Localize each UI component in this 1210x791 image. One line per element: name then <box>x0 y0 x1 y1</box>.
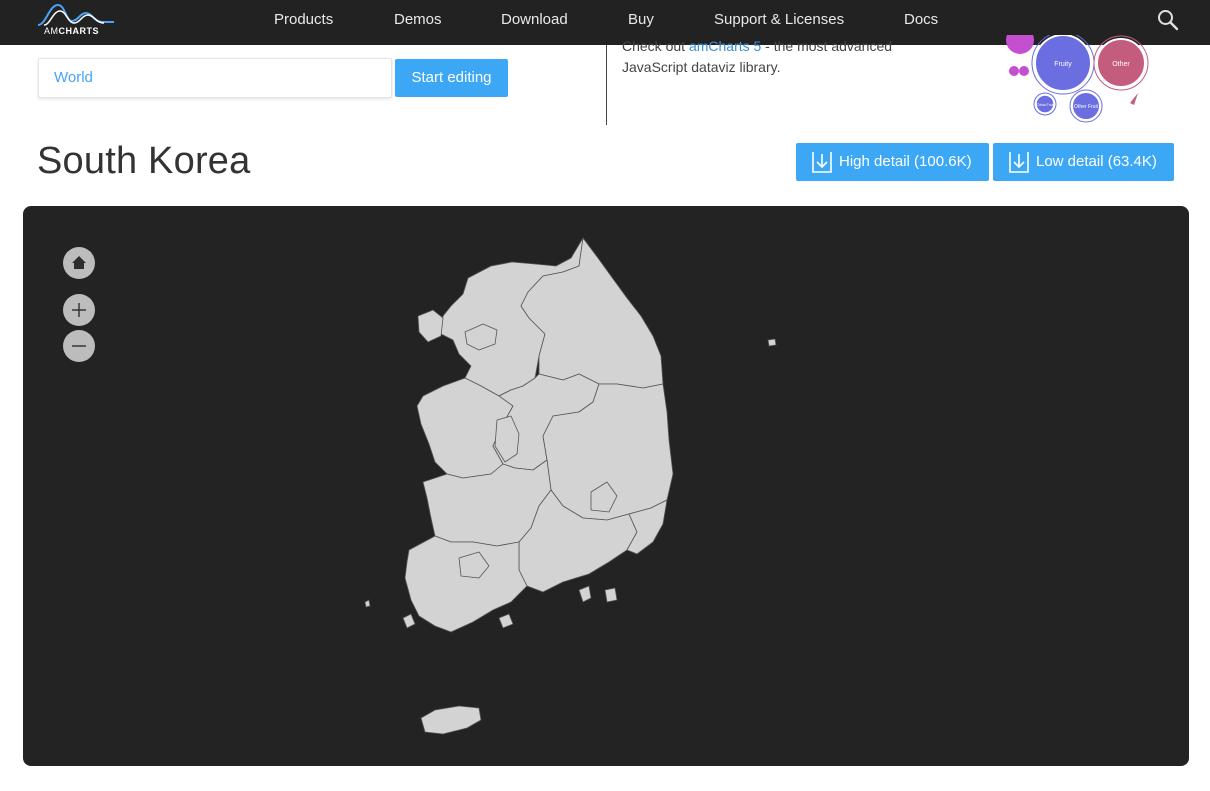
island-sw-1 <box>402 613 416 629</box>
region-jeju <box>420 705 482 735</box>
search-icon[interactable] <box>1156 8 1180 32</box>
zoom-in-button[interactable] <box>63 294 95 326</box>
nav-buy[interactable]: Buy <box>628 0 654 41</box>
island-s-2 <box>578 585 592 603</box>
logo-text: AMCHARTS <box>44 26 99 36</box>
high-detail-label: High detail (100.6K) <box>839 153 972 170</box>
map-search-value: World <box>54 69 93 86</box>
bubble-label-citrus-fruit: Citrus Fruit <box>1036 103 1053 107</box>
map-search-input[interactable]: World <box>38 58 392 98</box>
download-icon <box>1009 152 1029 173</box>
nav-support-licenses[interactable]: Support & Licenses <box>714 0 844 41</box>
promo-text: Check out amCharts 5 - the most advanced… <box>622 38 893 75</box>
zoom-in-icon <box>72 303 86 317</box>
low-detail-label: Low detail (63.4K) <box>1036 153 1157 170</box>
start-editing-button[interactable]: Start editing <box>395 59 508 97</box>
bubble-label-other-fruit: Other Fruit <box>1074 104 1099 110</box>
download-low-detail-button[interactable]: Low detail (63.4K) <box>993 143 1174 181</box>
region-incheon <box>417 309 444 343</box>
island-sw-2 <box>364 599 371 608</box>
home-button[interactable] <box>63 247 95 279</box>
promo-bubble-chart[interactable]: Fruity Other Other Fruit Citrus Fruit <box>1000 35 1160 130</box>
amcharts5-link[interactable]: amCharts 5 <box>689 38 761 54</box>
bubble-label-fruity: Fruity <box>1054 61 1072 68</box>
region-ulleungdo <box>767 338 777 347</box>
south-korea-map[interactable] <box>23 206 1189 766</box>
nav-products[interactable]: Products <box>274 0 333 41</box>
island-s-1 <box>498 613 514 629</box>
nav-download[interactable]: Download <box>501 0 568 41</box>
download-high-detail-button[interactable]: High detail (100.6K) <box>796 143 989 181</box>
map-panel[interactable] <box>23 206 1189 766</box>
bubble-label-other: Other <box>1112 61 1130 68</box>
nav-demos[interactable]: Demos <box>394 0 442 41</box>
home-icon <box>72 256 86 269</box>
region-gangwon <box>520 237 664 389</box>
divider <box>606 45 607 125</box>
zoom-out-icon <box>72 345 86 347</box>
download-icon <box>812 152 832 173</box>
page-title: South Korea <box>37 140 251 182</box>
nav-docs[interactable]: Docs <box>904 0 938 41</box>
island-s-3 <box>604 587 618 603</box>
zoom-out-button[interactable] <box>63 330 95 362</box>
